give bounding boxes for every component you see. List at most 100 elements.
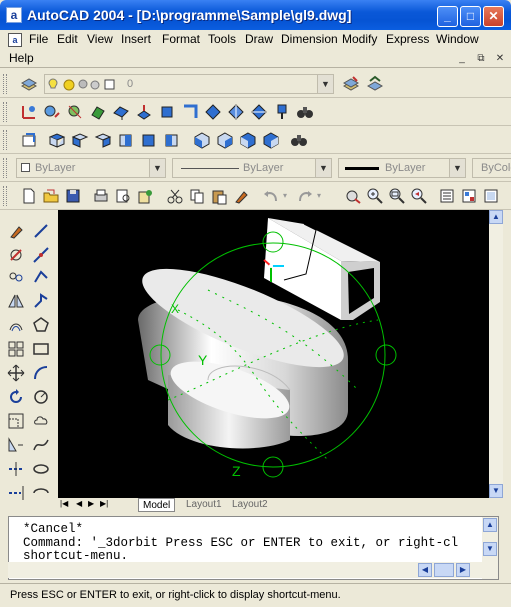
- sw-iso-view-icon[interactable]: [193, 131, 211, 149]
- ucs-icon[interactable]: [20, 103, 38, 121]
- spline-icon[interactable]: [32, 436, 50, 454]
- layer-manager-icon[interactable]: [20, 75, 38, 93]
- maximize-button[interactable]: □: [460, 6, 481, 27]
- polygon-icon[interactable]: [32, 316, 50, 334]
- 3d-orbit-scene[interactable]: X Y Z: [58, 210, 503, 498]
- zoom-previous-icon[interactable]: [410, 187, 428, 205]
- scroll-left-icon[interactable]: ◀: [418, 563, 432, 577]
- front-view-icon[interactable]: [140, 131, 158, 149]
- offset-icon[interactable]: [7, 316, 25, 334]
- ellipse-icon[interactable]: [32, 460, 50, 478]
- tab-first-icon[interactable]: |◀: [60, 499, 68, 508]
- doc-minimize-button[interactable]: _: [455, 53, 469, 65]
- stretch-icon[interactable]: [7, 436, 25, 454]
- copy-object-icon[interactable]: [7, 268, 25, 286]
- right-view-icon[interactable]: [117, 131, 135, 149]
- menu-draw[interactable]: Draw: [245, 32, 273, 46]
- paste-icon[interactable]: [210, 187, 228, 205]
- chevron-down-icon[interactable]: ▼: [149, 159, 165, 177]
- close-button[interactable]: ✕: [483, 6, 504, 27]
- tab-next-icon[interactable]: ▶: [88, 499, 94, 508]
- menu-window[interactable]: Window: [436, 32, 479, 46]
- left-view-icon[interactable]: [94, 131, 112, 149]
- menu-tools[interactable]: Tools: [208, 32, 236, 46]
- drawing-viewport[interactable]: X Y Z: [58, 210, 503, 498]
- zoom-realtime-icon[interactable]: [366, 187, 384, 205]
- scale-icon[interactable]: [7, 412, 25, 430]
- properties-icon[interactable]: [438, 187, 456, 205]
- cut-icon[interactable]: [166, 187, 184, 205]
- polyline-icon[interactable]: [32, 268, 50, 286]
- ucs-z-icon[interactable]: [250, 103, 268, 121]
- match-properties-icon[interactable]: [232, 187, 250, 205]
- lineweight-dropdown[interactable]: ByLayer ▼: [338, 158, 466, 178]
- construction-line-icon[interactable]: [32, 246, 50, 264]
- array-icon[interactable]: [7, 340, 25, 358]
- ucs-y-icon[interactable]: [227, 103, 245, 121]
- move-icon[interactable]: [7, 364, 25, 382]
- menu-format[interactable]: Format: [162, 32, 200, 46]
- line-icon[interactable]: [32, 222, 50, 240]
- command-vertical-scrollbar[interactable]: ▲ ▼: [482, 517, 498, 579]
- plot-preview-icon[interactable]: [114, 187, 132, 205]
- ucs-3point-icon[interactable]: [181, 103, 199, 121]
- arc-icon[interactable]: [32, 364, 50, 382]
- 3d-polyline-icon[interactable]: [32, 292, 50, 310]
- trim-icon[interactable]: [7, 460, 25, 478]
- make-layer-current-icon[interactable]: [342, 75, 360, 93]
- publish-icon[interactable]: [136, 187, 154, 205]
- ucs-zaxis-icon[interactable]: [158, 103, 176, 121]
- menu-help[interactable]: Help: [9, 51, 34, 65]
- toolbar-grip[interactable]: [3, 102, 7, 122]
- zoom-window-icon[interactable]: [388, 187, 406, 205]
- scroll-thumb[interactable]: [434, 563, 454, 577]
- chevron-down-icon[interactable]: ▾: [283, 191, 287, 200]
- toolbar-grip[interactable]: [3, 186, 7, 206]
- menu-view[interactable]: View: [87, 32, 113, 46]
- scroll-up-icon[interactable]: ▲: [483, 518, 497, 532]
- color-dropdown[interactable]: ByLayer ▼: [16, 158, 166, 178]
- rectangle-icon[interactable]: [32, 340, 50, 358]
- extend-icon[interactable]: [7, 484, 25, 502]
- scroll-down-icon[interactable]: ▼: [483, 542, 497, 556]
- menu-modify[interactable]: Modify: [342, 32, 377, 46]
- viewport-vertical-scrollbar[interactable]: ▲ ▼: [489, 210, 503, 498]
- ucs-origin-icon[interactable]: [135, 103, 153, 121]
- menu-edit[interactable]: Edit: [57, 32, 78, 46]
- toolbar-grip[interactable]: [3, 130, 7, 150]
- linetype-dropdown[interactable]: ByLayer ▼: [172, 158, 332, 178]
- menu-insert[interactable]: Insert: [121, 32, 151, 46]
- chevron-down-icon[interactable]: ▼: [315, 159, 331, 177]
- circle-icon[interactable]: [32, 388, 50, 406]
- save-icon[interactable]: [64, 187, 82, 205]
- top-view-icon[interactable]: [48, 131, 66, 149]
- plotstyle-dropdown[interactable]: ByColor: [472, 158, 511, 178]
- named-views-icon[interactable]: [20, 131, 38, 149]
- ellipse-arc-icon[interactable]: [32, 484, 50, 502]
- menu-dimension[interactable]: Dimension: [281, 32, 338, 46]
- scroll-down-icon[interactable]: ▼: [489, 484, 503, 498]
- ucs-world-icon[interactable]: [43, 103, 61, 121]
- tab-prev-icon[interactable]: ◀: [76, 499, 82, 508]
- tab-layout2[interactable]: Layout2: [228, 498, 272, 512]
- ucs-x-icon[interactable]: [204, 103, 222, 121]
- tab-model[interactable]: Model: [138, 498, 176, 512]
- doc-close-button[interactable]: ✕: [493, 53, 507, 65]
- command-horizontal-scrollbar[interactable]: ◀ ▶: [8, 562, 483, 578]
- undo-icon[interactable]: [262, 187, 280, 205]
- chevron-down-icon[interactable]: ▾: [317, 191, 321, 200]
- ucs-face-icon[interactable]: [89, 103, 107, 121]
- pan-icon[interactable]: [344, 187, 362, 205]
- menu-express[interactable]: Express: [386, 32, 429, 46]
- revision-cloud-icon[interactable]: [32, 412, 50, 430]
- design-center-icon[interactable]: [460, 187, 478, 205]
- rotate-icon[interactable]: [7, 388, 25, 406]
- open-file-icon[interactable]: [42, 187, 60, 205]
- ucs-view-icon[interactable]: [112, 103, 130, 121]
- document-icon[interactable]: a: [8, 33, 22, 47]
- erase-icon[interactable]: [7, 246, 25, 264]
- chevron-down-icon[interactable]: ▼: [317, 75, 333, 93]
- bottom-view-icon[interactable]: [71, 131, 89, 149]
- scroll-up-icon[interactable]: ▲: [489, 210, 503, 224]
- menu-file[interactable]: File: [29, 32, 48, 46]
